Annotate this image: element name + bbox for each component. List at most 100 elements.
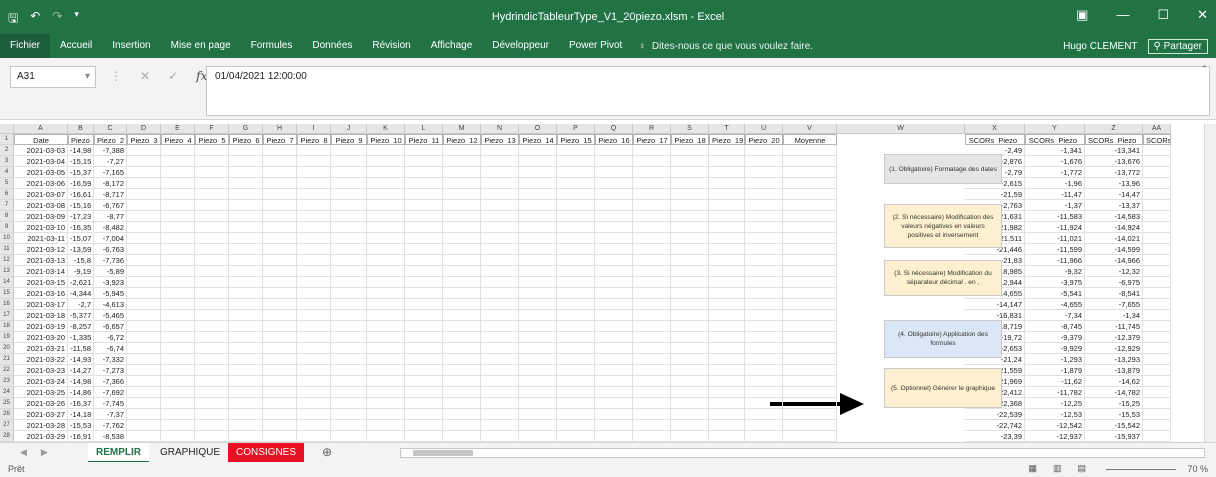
table-cell[interactable] bbox=[405, 178, 443, 189]
table-cell[interactable] bbox=[1143, 409, 1171, 420]
table-cell[interactable] bbox=[195, 387, 229, 398]
table-cell[interactable] bbox=[783, 376, 837, 387]
table-cell[interactable] bbox=[595, 277, 633, 288]
table-cell[interactable] bbox=[783, 387, 837, 398]
table-cell[interactable] bbox=[519, 266, 557, 277]
table-cell[interactable] bbox=[1143, 398, 1171, 409]
table-cell[interactable]: -9,32 bbox=[1025, 266, 1085, 277]
row-header[interactable]: 15 bbox=[0, 288, 14, 299]
table-cell[interactable] bbox=[633, 233, 671, 244]
header-cell[interactable]: Piezo_6 bbox=[229, 134, 263, 145]
table-cell[interactable] bbox=[263, 299, 297, 310]
table-cell[interactable] bbox=[367, 222, 405, 233]
table-cell[interactable] bbox=[557, 167, 595, 178]
header-cell[interactable]: SCORs_Piezo_ bbox=[965, 134, 1025, 145]
table-cell[interactable]: -11,599 bbox=[1025, 244, 1085, 255]
table-cell[interactable]: -4,655 bbox=[1025, 299, 1085, 310]
table-cell[interactable] bbox=[671, 409, 709, 420]
table-cell[interactable] bbox=[671, 431, 709, 442]
column-header[interactable]: H bbox=[263, 124, 297, 134]
table-cell[interactable] bbox=[229, 244, 263, 255]
table-cell[interactable]: -16,61 bbox=[68, 189, 94, 200]
table-cell[interactable] bbox=[745, 420, 783, 431]
table-cell[interactable]: -4,613 bbox=[94, 299, 127, 310]
table-cell[interactable] bbox=[161, 420, 195, 431]
table-cell[interactable]: -15,937 bbox=[1085, 431, 1143, 442]
header-cell[interactable] bbox=[837, 134, 965, 145]
table-cell[interactable] bbox=[671, 233, 709, 244]
table-cell[interactable] bbox=[1143, 189, 1171, 200]
table-cell[interactable] bbox=[331, 299, 367, 310]
table-cell[interactable] bbox=[783, 233, 837, 244]
row-header[interactable]: 8 bbox=[0, 211, 14, 222]
header-cell[interactable]: Piezo_15 bbox=[557, 134, 595, 145]
table-cell[interactable] bbox=[195, 343, 229, 354]
table-cell[interactable] bbox=[331, 200, 367, 211]
table-cell[interactable] bbox=[633, 420, 671, 431]
table-cell[interactable] bbox=[443, 420, 481, 431]
column-header[interactable]: P bbox=[557, 124, 595, 134]
header-cell[interactable]: Piezo_11 bbox=[405, 134, 443, 145]
table-cell[interactable] bbox=[633, 211, 671, 222]
table-cell[interactable] bbox=[297, 222, 331, 233]
table-cell[interactable] bbox=[745, 266, 783, 277]
row-header[interactable]: 26 bbox=[0, 409, 14, 420]
table-cell[interactable] bbox=[195, 332, 229, 343]
worksheet-grid[interactable]: ABCDEFGHIJKLMNOPQRSTUVWXYZAA1DatePiezo_1… bbox=[0, 124, 1216, 442]
table-cell[interactable] bbox=[557, 222, 595, 233]
table-cell[interactable] bbox=[519, 420, 557, 431]
table-cell[interactable]: -14,98 bbox=[68, 145, 94, 156]
table-cell[interactable] bbox=[263, 376, 297, 387]
table-cell[interactable] bbox=[195, 277, 229, 288]
column-header[interactable]: S bbox=[671, 124, 709, 134]
table-cell[interactable] bbox=[405, 343, 443, 354]
ribbon-display-options-icon[interactable]: ▣ bbox=[1076, 7, 1088, 23]
table-cell[interactable] bbox=[367, 178, 405, 189]
table-cell[interactable] bbox=[367, 156, 405, 167]
table-cell[interactable]: -9,19 bbox=[68, 266, 94, 277]
table-cell[interactable] bbox=[745, 310, 783, 321]
chevron-down-icon[interactable]: ▾ bbox=[85, 71, 90, 82]
table-cell[interactable] bbox=[161, 233, 195, 244]
column-header[interactable]: W bbox=[837, 124, 965, 134]
table-cell[interactable] bbox=[161, 332, 195, 343]
table-cell[interactable] bbox=[595, 310, 633, 321]
table-cell[interactable] bbox=[195, 167, 229, 178]
table-cell[interactable] bbox=[671, 376, 709, 387]
table-cell[interactable]: -9,929 bbox=[1025, 343, 1085, 354]
table-cell[interactable] bbox=[481, 431, 519, 442]
table-cell[interactable] bbox=[671, 343, 709, 354]
table-cell[interactable] bbox=[443, 189, 481, 200]
table-cell[interactable] bbox=[297, 365, 331, 376]
table-cell[interactable] bbox=[195, 398, 229, 409]
table-cell[interactable] bbox=[519, 332, 557, 343]
table-cell[interactable] bbox=[195, 376, 229, 387]
table-cell[interactable] bbox=[709, 387, 745, 398]
table-cell[interactable] bbox=[405, 167, 443, 178]
table-cell[interactable] bbox=[745, 376, 783, 387]
table-cell[interactable] bbox=[745, 299, 783, 310]
table-cell[interactable] bbox=[331, 431, 367, 442]
table-cell[interactable] bbox=[557, 211, 595, 222]
table-cell[interactable] bbox=[633, 321, 671, 332]
table-cell[interactable] bbox=[443, 299, 481, 310]
table-cell[interactable] bbox=[557, 288, 595, 299]
table-cell[interactable] bbox=[297, 431, 331, 442]
zoom-slider[interactable] bbox=[1106, 469, 1176, 470]
table-cell[interactable] bbox=[127, 233, 161, 244]
table-cell[interactable] bbox=[557, 277, 595, 288]
table-cell[interactable] bbox=[161, 354, 195, 365]
select-all-button[interactable] bbox=[0, 124, 14, 134]
column-header[interactable]: V bbox=[783, 124, 837, 134]
table-cell[interactable] bbox=[557, 255, 595, 266]
table-cell[interactable]: -11,47 bbox=[1025, 189, 1085, 200]
table-cell[interactable] bbox=[709, 167, 745, 178]
table-cell[interactable] bbox=[297, 145, 331, 156]
table-cell[interactable]: 2021-03-16 bbox=[14, 288, 68, 299]
sheet-tab-remplir[interactable]: REMPLIR bbox=[88, 443, 149, 463]
table-cell[interactable] bbox=[331, 332, 367, 343]
table-cell[interactable] bbox=[671, 420, 709, 431]
table-cell[interactable]: -12,929 bbox=[1085, 343, 1143, 354]
column-header[interactable]: B bbox=[68, 124, 94, 134]
vertical-scrollbar[interactable] bbox=[1204, 124, 1216, 442]
